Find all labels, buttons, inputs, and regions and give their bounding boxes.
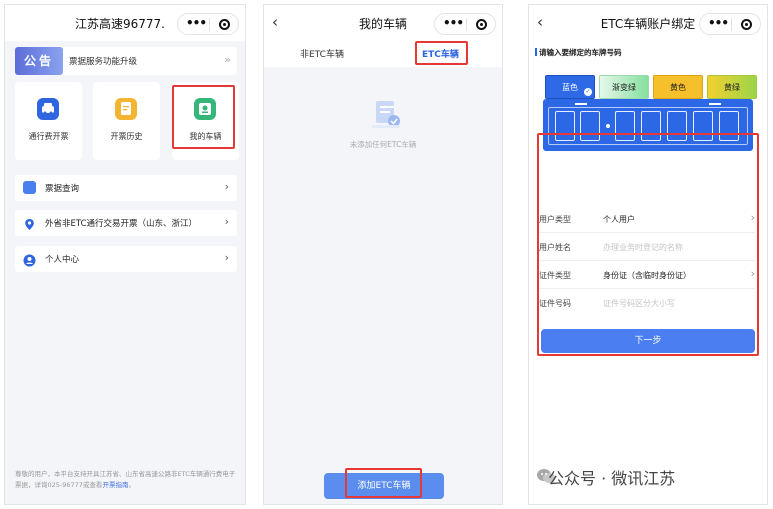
nav-bar: ‹ 我的车辆 ••• xyxy=(264,5,502,41)
tile-invoice-history[interactable]: 开票历史 xyxy=(93,82,160,160)
binding-form: 请输入要绑定的车牌号码 蓝色 ✓ 渐变绿 黄色 黄绿 黑色 白色 用户类型 个人… xyxy=(529,41,767,504)
guide-link[interactable]: 开票指南 xyxy=(102,481,128,489)
user-icon xyxy=(23,252,36,267)
plate-color-blue[interactable]: 蓝色 ✓ xyxy=(545,75,595,99)
tab-non-etc[interactable]: 非ETC车辆 xyxy=(300,47,344,60)
chevron-right-icon: › xyxy=(224,215,229,228)
car-icon xyxy=(37,98,59,120)
tile-label: 开票历史 xyxy=(110,132,143,141)
menu-item-personal-center[interactable]: 个人中心 › xyxy=(15,246,237,272)
chevron-right-icon: › xyxy=(224,251,229,264)
menu-item-out-of-province[interactable]: 外省非ETC通行交易开票（山东、浙江） › xyxy=(15,210,237,236)
double-chevron-icon: » xyxy=(224,53,231,66)
nav-bar: ‹ ETC车辆账户绑定 ••• xyxy=(529,5,767,41)
more-icon[interactable]: ••• xyxy=(186,16,207,30)
watermark-text: 公众号 · 微讯江苏 xyxy=(548,469,676,488)
chevron-right-icon: › xyxy=(224,180,229,193)
receipt-icon xyxy=(23,181,36,194)
menu-label: 外省非ETC通行交易开票（山东、浙江） xyxy=(45,219,198,229)
home-screen: 江苏高速96777... ••• 公告 票据服务功能升级 » 通行费开票 开票历… xyxy=(4,4,246,505)
history-doc-icon xyxy=(115,98,137,120)
empty-illustration-icon xyxy=(370,97,402,131)
menu-label: 个人中心 xyxy=(45,255,80,265)
highlight-box xyxy=(345,468,422,498)
plate-color-gradient-green[interactable]: 渐变绿 xyxy=(599,75,649,99)
close-target-icon[interactable] xyxy=(741,19,752,30)
more-icon[interactable]: ••• xyxy=(708,16,729,30)
page-title: 江苏高速96777... xyxy=(75,17,165,31)
miniprogram-capsule[interactable]: ••• xyxy=(699,13,761,35)
notice-tag: 公告 xyxy=(15,47,63,75)
highlight-box xyxy=(537,133,759,356)
nav-bar: 江苏高速96777... ••• xyxy=(5,5,245,41)
location-pin-icon xyxy=(23,216,36,230)
highlight-box xyxy=(415,41,468,65)
miniprogram-capsule[interactable]: ••• xyxy=(434,13,496,35)
more-icon[interactable]: ••• xyxy=(443,16,464,30)
menu-label: 票据查询 xyxy=(45,184,80,194)
tile-label: 通行费开票 xyxy=(28,132,69,141)
highlight-box xyxy=(172,85,235,149)
plate-hint: 请输入要绑定的车牌号码 xyxy=(535,48,622,57)
tile-toll-invoice[interactable]: 通行费开票 xyxy=(15,82,82,160)
selected-check-icon: ✓ xyxy=(584,88,592,96)
footer-note: 尊敬的用户，本平台支持开具江苏省、山东省高速公路非ETC车辆通行费电子票据，详询… xyxy=(15,470,236,489)
plate-color-yellow[interactable]: 黄色 xyxy=(653,75,703,99)
my-vehicles-screen: ‹ 我的车辆 ••• 非ETC车辆 ETC车辆 未添加任何ETC车辆 添加ETC… xyxy=(263,4,503,505)
miniprogram-capsule[interactable]: ••• xyxy=(177,13,239,35)
plate-color-yellow-green[interactable]: 黄绿 xyxy=(707,75,757,99)
close-target-icon[interactable] xyxy=(476,19,487,30)
empty-state-text: 未添加任何ETC车辆 xyxy=(349,140,417,149)
menu-item-invoice-query[interactable]: 票据查询 › xyxy=(15,175,237,201)
notice-text: 票据服务功能升级 xyxy=(69,57,138,67)
notice-bar[interactable]: 公告 票据服务功能升级 » xyxy=(15,47,237,75)
close-target-icon[interactable] xyxy=(219,19,230,30)
etc-binding-screen: ‹ ETC车辆账户绑定 ••• 请输入要绑定的车牌号码 蓝色 ✓ 渐变绿 黄色 … xyxy=(528,4,768,505)
